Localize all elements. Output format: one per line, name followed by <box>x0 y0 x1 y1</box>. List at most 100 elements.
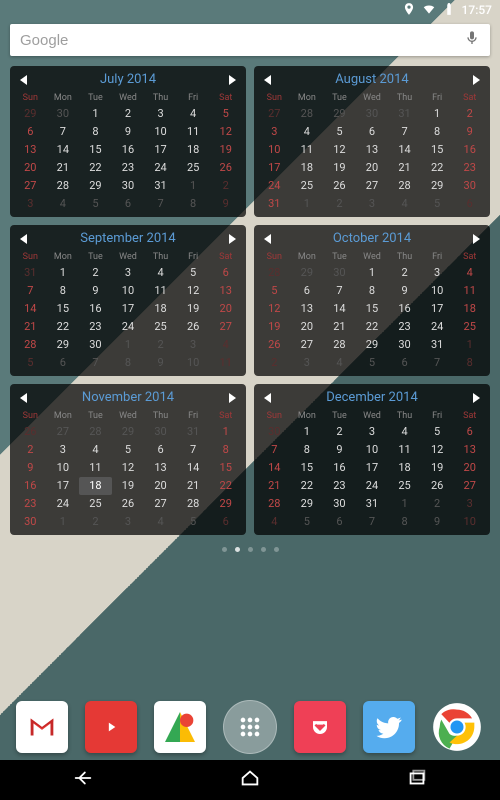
day-cell[interactable]: 25 <box>453 318 486 336</box>
day-cell[interactable]: 30 <box>323 495 356 513</box>
day-cell[interactable]: 9 <box>14 459 47 477</box>
app-drawer-button[interactable] <box>223 700 277 754</box>
day-cell[interactable]: 5 <box>14 354 47 372</box>
page-dot[interactable] <box>222 547 227 552</box>
day-cell[interactable]: 28 <box>177 495 210 513</box>
day-cell[interactable]: 30 <box>388 336 421 354</box>
day-cell[interactable]: 29 <box>112 423 145 441</box>
day-cell[interactable]: 16 <box>323 459 356 477</box>
next-month-button[interactable] <box>473 75 480 85</box>
day-cell[interactable]: 4 <box>388 423 421 441</box>
day-cell[interactable]: 6 <box>453 423 486 441</box>
day-cell[interactable]: 23 <box>112 159 145 177</box>
day-cell[interactable]: 15 <box>79 141 112 159</box>
prev-month-button[interactable] <box>264 75 271 85</box>
day-cell[interactable]: 10 <box>356 441 389 459</box>
day-cell[interactable]: 24 <box>47 495 80 513</box>
day-cell[interactable]: 19 <box>323 159 356 177</box>
day-cell[interactable]: 12 <box>209 123 242 141</box>
day-cell[interactable]: 7 <box>421 354 454 372</box>
day-cell[interactable]: 22 <box>79 159 112 177</box>
day-cell[interactable]: 21 <box>388 159 421 177</box>
day-cell[interactable]: 9 <box>421 513 454 531</box>
day-cell[interactable]: 31 <box>356 495 389 513</box>
day-cell[interactable]: 5 <box>291 513 324 531</box>
day-cell[interactable]: 17 <box>258 159 291 177</box>
day-cell[interactable]: 9 <box>453 123 486 141</box>
day-cell[interactable]: 3 <box>177 336 210 354</box>
day-cell[interactable]: 29 <box>356 336 389 354</box>
day-cell[interactable]: 15 <box>421 141 454 159</box>
day-cell[interactable]: 20 <box>14 159 47 177</box>
day-cell[interactable]: 14 <box>388 141 421 159</box>
day-cell[interactable]: 19 <box>209 141 242 159</box>
day-cell[interactable]: 17 <box>356 459 389 477</box>
day-cell[interactable]: 29 <box>291 264 324 282</box>
day-cell[interactable]: 3 <box>258 123 291 141</box>
day-cell[interactable]: 12 <box>177 282 210 300</box>
day-cell[interactable]: 9 <box>323 441 356 459</box>
day-cell[interactable]: 4 <box>258 513 291 531</box>
day-cell[interactable]: 16 <box>14 477 47 495</box>
day-cell[interactable]: 3 <box>14 195 47 213</box>
day-cell[interactable]: 30 <box>144 423 177 441</box>
day-cell[interactable]: 6 <box>356 123 389 141</box>
day-cell[interactable]: 15 <box>209 459 242 477</box>
day-cell[interactable]: 27 <box>453 477 486 495</box>
day-cell[interactable]: 20 <box>144 477 177 495</box>
day-cell[interactable]: 2 <box>79 264 112 282</box>
day-cell[interactable]: 12 <box>112 459 145 477</box>
day-cell[interactable]: 2 <box>421 495 454 513</box>
day-cell[interactable]: 5 <box>177 513 210 531</box>
app-youtube[interactable] <box>85 701 137 753</box>
page-dot[interactable] <box>235 547 240 552</box>
day-cell[interactable]: 31 <box>14 264 47 282</box>
day-cell[interactable]: 6 <box>291 282 324 300</box>
day-cell[interactable]: 27 <box>258 105 291 123</box>
day-cell[interactable]: 7 <box>47 123 80 141</box>
day-cell[interactable]: 1 <box>453 336 486 354</box>
day-cell[interactable]: 23 <box>14 495 47 513</box>
day-cell[interactable]: 16 <box>388 300 421 318</box>
day-cell[interactable]: 1 <box>47 264 80 282</box>
day-cell[interactable]: 1 <box>356 264 389 282</box>
day-cell[interactable]: 5 <box>421 423 454 441</box>
day-cell[interactable]: 4 <box>209 336 242 354</box>
day-cell[interactable]: 20 <box>291 318 324 336</box>
day-cell[interactable]: 28 <box>14 336 47 354</box>
month-widget[interactable]: October 2014SunMonTueWedThuFriSat2829301… <box>254 225 490 376</box>
day-cell[interactable]: 28 <box>323 336 356 354</box>
day-cell[interactable]: 4 <box>323 354 356 372</box>
page-indicator[interactable] <box>0 547 500 552</box>
day-cell[interactable]: 2 <box>209 177 242 195</box>
day-cell[interactable]: 4 <box>177 105 210 123</box>
day-cell[interactable]: 3 <box>421 264 454 282</box>
day-cell[interactable]: 31 <box>258 195 291 213</box>
day-cell[interactable]: 2 <box>388 264 421 282</box>
prev-month-button[interactable] <box>20 234 27 244</box>
day-cell[interactable]: 21 <box>47 159 80 177</box>
day-cell[interactable]: 16 <box>79 300 112 318</box>
day-cell[interactable]: 29 <box>209 495 242 513</box>
day-cell[interactable]: 3 <box>144 105 177 123</box>
day-cell[interactable]: 17 <box>112 300 145 318</box>
day-cell[interactable]: 10 <box>144 123 177 141</box>
month-widget[interactable]: November 2014SunMonTueWedThuFriSat262728… <box>10 384 246 535</box>
day-cell[interactable]: 7 <box>177 441 210 459</box>
day-cell[interactable]: 19 <box>177 300 210 318</box>
day-cell[interactable]: 30 <box>112 177 145 195</box>
day-cell[interactable]: 6 <box>323 513 356 531</box>
day-cell[interactable]: 30 <box>14 513 47 531</box>
home-button[interactable] <box>239 767 261 793</box>
day-cell[interactable]: 5 <box>421 195 454 213</box>
day-cell[interactable]: 15 <box>356 300 389 318</box>
day-cell[interactable]: 3 <box>112 264 145 282</box>
day-cell[interactable]: 31 <box>421 336 454 354</box>
day-cell[interactable]: 17 <box>144 141 177 159</box>
prev-month-button[interactable] <box>264 393 271 403</box>
day-cell[interactable]: 18 <box>177 141 210 159</box>
app-maps[interactable] <box>154 701 206 753</box>
day-cell[interactable]: 11 <box>144 282 177 300</box>
next-month-button[interactable] <box>229 234 236 244</box>
day-cell[interactable]: 15 <box>291 459 324 477</box>
